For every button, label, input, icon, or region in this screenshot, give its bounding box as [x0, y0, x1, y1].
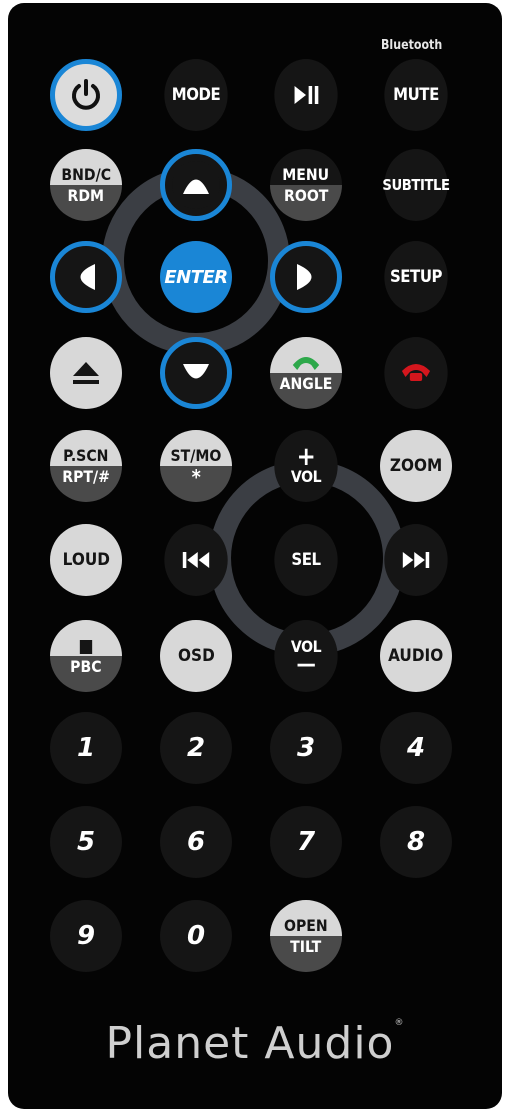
menu-label: MENU	[282, 164, 330, 184]
answer-angle-button[interactable]: ANGLE	[270, 337, 342, 409]
eject-icon	[73, 362, 99, 384]
volume-up-button[interactable]: + VOL	[274, 430, 338, 502]
power-icon	[72, 79, 100, 110]
select-button[interactable]: SEL	[274, 524, 338, 596]
left-arrow-icon	[80, 264, 95, 290]
pbc-label: PBC	[70, 656, 102, 676]
volume-up-label: VOL	[290, 466, 322, 486]
menu-root-button[interactable]: MENU ROOT	[270, 149, 342, 221]
eject-button[interactable]	[50, 337, 122, 409]
volume-down-button[interactable]: VOL —	[274, 620, 338, 692]
number-8-button[interactable]: 8	[380, 806, 452, 878]
pscn-rpt-button[interactable]: P.SCN RPT/#	[50, 430, 122, 502]
stop-icon	[79, 631, 93, 655]
number-1-button[interactable]: 1	[50, 712, 122, 784]
left-arrow-button[interactable]	[50, 241, 122, 313]
down-arrow-button[interactable]	[160, 337, 232, 409]
setup-button[interactable]: SETUP	[384, 241, 448, 313]
number-2-button[interactable]: 2	[160, 712, 232, 784]
angle-label: ANGLE	[279, 373, 333, 393]
zoom-button[interactable]: ZOOM	[380, 430, 452, 502]
play-pause-icon	[294, 86, 319, 104]
number-0-button[interactable]: 0	[160, 900, 232, 972]
pscn-label: P.SCN	[63, 445, 109, 465]
plus-icon: +	[296, 441, 316, 472]
previous-track-icon	[182, 552, 210, 568]
bnd-label: BND/C	[61, 164, 111, 184]
previous-track-button[interactable]	[164, 524, 228, 596]
number-9-button[interactable]: 9	[50, 900, 122, 972]
audio-label: AUDIO	[388, 646, 444, 666]
stmo-star-button[interactable]: ST/MO *	[160, 430, 232, 502]
brand-name: Planet Audio	[105, 1018, 395, 1069]
up-arrow-icon	[172, 161, 220, 209]
number-6-button[interactable]: 6	[160, 806, 232, 878]
bluetooth-label: Bluetooth	[381, 38, 443, 53]
loud-label: LOUD	[62, 550, 110, 570]
number-5-button[interactable]: 5	[50, 806, 122, 878]
down-arrow-icon	[183, 364, 209, 379]
power-button[interactable]	[50, 59, 122, 131]
audio-button[interactable]: AUDIO	[380, 620, 452, 692]
hang-up-icon	[401, 364, 431, 381]
tilt-label: TILT	[290, 936, 322, 956]
bnd-rdm-button[interactable]: BND/C RDM	[50, 149, 122, 221]
rdm-label: RDM	[67, 185, 105, 205]
number-3-button[interactable]: 3	[270, 712, 342, 784]
enter-button[interactable]: ENTER	[160, 241, 232, 313]
mode-button[interactable]: MODE	[164, 59, 228, 131]
play-pause-button[interactable]	[274, 59, 338, 131]
registered-mark: ®	[394, 1018, 405, 1028]
next-track-icon	[402, 552, 430, 568]
osd-button[interactable]: OSD	[160, 620, 232, 692]
stmo-label: ST/MO	[170, 445, 222, 465]
zoom-label: ZOOM	[389, 456, 443, 476]
open-tilt-button[interactable]: OPEN TILT	[270, 900, 342, 972]
loud-button[interactable]: LOUD	[50, 524, 122, 596]
minus-icon: —	[296, 652, 316, 677]
number-7-button[interactable]: 7	[270, 806, 342, 878]
root-label: ROOT	[283, 185, 329, 205]
stop-pbc-button[interactable]: PBC	[50, 620, 122, 692]
brand-logo: Planet Audio®	[0, 1018, 510, 1069]
number-4-button[interactable]: 4	[380, 712, 452, 784]
open-label: OPEN	[284, 915, 328, 935]
hang-up-button[interactable]	[384, 337, 448, 409]
next-track-button[interactable]	[384, 524, 448, 596]
answer-call-icon	[291, 348, 321, 372]
subtitle-button[interactable]: SUBTITLE	[382, 149, 450, 221]
up-arrow-button[interactable]	[160, 149, 232, 221]
rpt-label: RPT/#	[62, 466, 110, 486]
osd-label: OSD	[177, 646, 215, 666]
right-arrow-button[interactable]	[270, 241, 342, 313]
star-label: *	[191, 464, 201, 489]
right-arrow-icon	[297, 264, 312, 290]
mute-button[interactable]: MUTE	[384, 59, 448, 131]
